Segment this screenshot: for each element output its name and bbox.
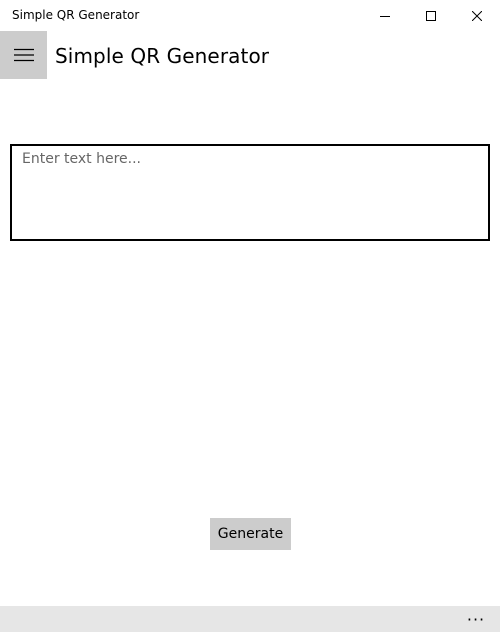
maximize-icon [426, 10, 436, 21]
generate-button[interactable]: Generate [210, 518, 291, 550]
minimize-icon [380, 15, 390, 17]
hamburger-icon [13, 48, 34, 62]
maximize-button[interactable] [408, 0, 454, 31]
minimize-button[interactable] [362, 0, 408, 31]
hamburger-menu-button[interactable] [0, 31, 47, 79]
window-title: Simple QR Generator [12, 8, 140, 22]
bottom-app-bar: ··· [0, 606, 500, 632]
app-header: Simple QR Generator [0, 31, 500, 79]
page-title: Simple QR Generator [55, 44, 270, 68]
qr-text-input[interactable] [10, 144, 490, 241]
title-bar: Simple QR Generator [0, 0, 500, 31]
close-icon [472, 10, 482, 21]
more-options-button[interactable]: ··· [452, 606, 500, 632]
close-button[interactable] [454, 0, 500, 31]
more-icon: ··· [466, 609, 486, 629]
app-window: Simple QR Generator Simple QR Generator … [0, 0, 500, 632]
